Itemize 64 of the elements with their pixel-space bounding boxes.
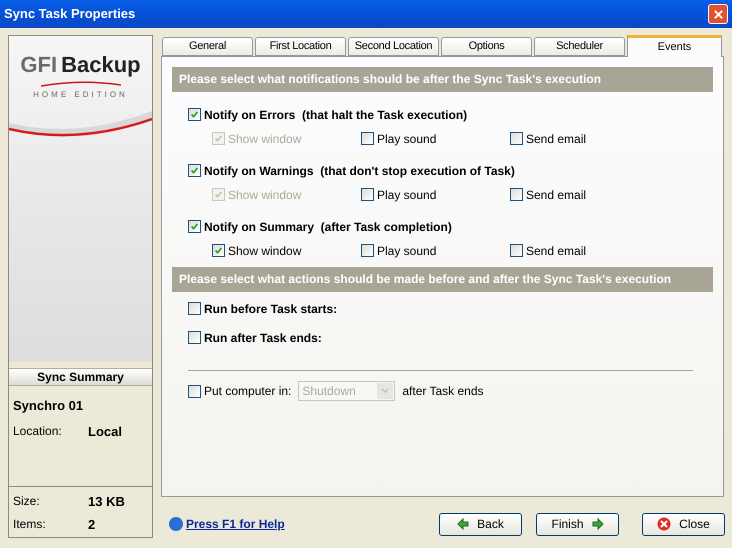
checkbox-label: Play sound (377, 186, 436, 204)
checkbox-label: Show window (228, 186, 302, 204)
window-title: Sync Task Properties (4, 5, 136, 24)
checkbox[interactable] (510, 132, 523, 145)
field-label: after Task ends (402, 383, 484, 400)
field-value: 13 KB (88, 493, 125, 511)
checkbox-label: Put computer in: (204, 383, 292, 400)
back-arrow-icon (457, 518, 470, 530)
tab[interactable]: General (162, 37, 253, 56)
checkbox-label: Play sound (377, 130, 436, 148)
checkbox[interactable] (510, 244, 523, 257)
check-icon (213, 189, 224, 200)
field-label: Size: (13, 493, 41, 510)
field-label: Location: (13, 422, 63, 440)
checkbox[interactable] (361, 188, 374, 201)
checkbox-label: Run before Task starts: (204, 300, 338, 318)
checkbox[interactable] (188, 164, 201, 177)
checkbox-label: Show window (228, 130, 302, 148)
checkbox-label: Notify on Errors (that halt the Task execution) (204, 106, 468, 124)
logo-text: GFI (20, 51, 58, 79)
checkbox[interactable] (510, 188, 523, 201)
checkbox-label: Notify on Warnings (that don't stop execution of Task) (204, 162, 515, 180)
close-icon[interactable] (708, 4, 728, 24)
checkbox[interactable] (188, 302, 201, 315)
checkbox-label: Run after Task ends: (204, 330, 322, 346)
check-icon (213, 133, 224, 144)
checkbox[interactable] (188, 220, 201, 233)
close-icon (657, 517, 672, 531)
checkbox[interactable] (361, 132, 374, 145)
logo-subtitle: HOME EDITION (33, 89, 128, 101)
logo-text: Backup (61, 51, 141, 79)
button[interactable]: Finish (536, 512, 619, 536)
button[interactable]: Back (439, 512, 522, 536)
tab[interactable]: First Location (255, 37, 346, 56)
field-value: Local (88, 422, 122, 440)
swoosh-icon (40, 81, 120, 87)
tab[interactable]: Second Location (348, 37, 439, 56)
help-link[interactable]: Press F1 for Help (169, 515, 285, 533)
check-icon (189, 109, 200, 120)
field-label: Items: (13, 516, 47, 532)
tab[interactable]: Scheduler (534, 37, 625, 56)
button[interactable]: Close (642, 512, 725, 536)
check-icon (189, 221, 200, 232)
checkbox[interactable] (361, 244, 374, 257)
help-icon (169, 517, 183, 531)
checkbox-label: Play sound (377, 242, 436, 260)
checkbox[interactable] (188, 108, 201, 121)
section-header: Please select what notifications should be after the Sync Task's execution (172, 67, 713, 92)
checkbox[interactable] (188, 331, 201, 344)
checkbox[interactable] (212, 244, 225, 257)
tab[interactable]: Options (441, 37, 532, 56)
checkbox-label: Send email (526, 130, 586, 148)
check-icon (189, 165, 200, 176)
checkbox-label: Notify on Summary (after Task completion) (204, 218, 452, 236)
section-header: Please select what actions should be made before and after the Sync Task's execution (172, 267, 713, 292)
checkbox-label: Send email (526, 186, 586, 204)
field-value: 2 (88, 516, 96, 534)
forward-arrow-icon (592, 518, 604, 530)
checkbox-label: Show window (228, 242, 302, 260)
check-icon (213, 245, 224, 256)
section-header: Sync Summary (9, 368, 152, 386)
checkbox-label: Send email (526, 242, 586, 260)
task-name: Synchro 01 (13, 397, 84, 415)
tab[interactable]: Events (627, 35, 722, 57)
